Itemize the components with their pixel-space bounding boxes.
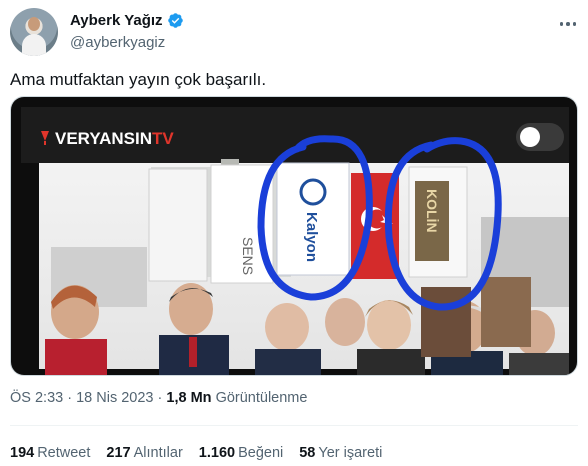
divider	[10, 425, 578, 426]
tweet-meta: ÖS 2:33 · 18 Nis 2023 · 1,8 Mn Görüntüle…	[10, 390, 307, 406]
bookmarks-stat[interactable]: 58 Yer işareti	[299, 445, 382, 461]
retweets-stat[interactable]: 194 Retweet	[10, 445, 90, 461]
handle[interactable]: @ayberkyagiz	[70, 34, 165, 51]
more-dot	[572, 22, 577, 26]
media-image: VERYANSINTV SENS Kalyon KOLİN	[11, 97, 577, 375]
tweet-text: Ama mutfaktan yayın çok başarılı.	[10, 70, 267, 89]
meta-separator: ·	[157, 390, 163, 406]
name-row: Ayberk Yağız	[70, 12, 184, 29]
tweet-media[interactable]: VERYANSINTV SENS Kalyon KOLİN	[10, 96, 578, 376]
channel-logo-text: VERYANSINTV	[55, 129, 174, 148]
likes-label: Beğeni	[238, 445, 284, 461]
quotes-count: 217	[106, 445, 131, 461]
quotes-stat[interactable]: 217 Alıntılar	[106, 445, 182, 461]
views-count: 1,8 Mn	[166, 390, 212, 406]
quotes-label: Alıntılar	[133, 445, 183, 461]
display-name[interactable]: Ayberk Yağız	[70, 12, 163, 29]
retweets-count: 194	[10, 445, 35, 461]
banner-kolin-text: KOLİN	[424, 189, 440, 233]
retweets-label: Retweet	[37, 445, 91, 461]
likes-stat[interactable]: 1.160 Beğeni	[199, 445, 283, 461]
tweet-date[interactable]: 18 Nis 2023	[76, 390, 153, 406]
tweet-header: Ayberk Yağız @ayberkyagiz	[10, 8, 578, 58]
more-dot	[566, 22, 570, 26]
avatar-head	[28, 17, 40, 31]
meta-separator: ·	[67, 390, 73, 406]
banner-left	[148, 168, 208, 282]
banner-sens-text: SENS	[240, 237, 256, 275]
avatar[interactable]	[10, 8, 58, 56]
toggle-knob	[520, 127, 540, 147]
banner-kalyon-text: Kalyon	[303, 212, 320, 262]
views-label: Görüntülenme	[215, 390, 308, 406]
tweet-stats: 194 Retweet 217 Alıntılar 1.160 Beğeni 58 Ye…	[10, 445, 382, 461]
tweet-time[interactable]: ÖS 2:33	[10, 390, 63, 406]
verified-badge-icon	[167, 13, 183, 28]
bookmarks-count: 58	[299, 445, 316, 461]
more-dots-icon[interactable]	[558, 14, 578, 34]
avatar-body	[22, 34, 46, 56]
more-dot	[559, 22, 564, 26]
likes-count: 1.160	[198, 445, 236, 461]
bookmarks-label: Yer işareti	[318, 445, 383, 461]
